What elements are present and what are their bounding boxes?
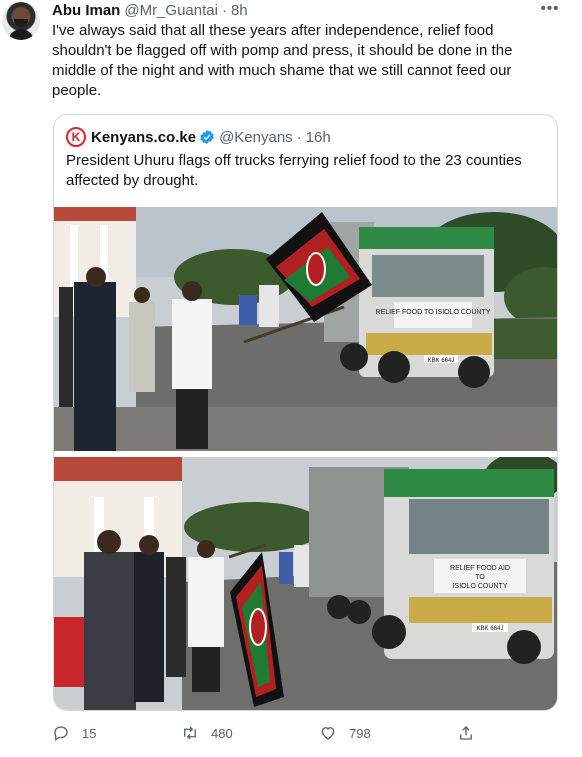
tweet[interactable]: Abu Iman @Mr_Guantai · 8h ••• I've alway…: [0, 0, 582, 757]
retweet-icon: [184, 726, 196, 740]
tweet-time[interactable]: 8h: [231, 2, 248, 19]
quoted-text: President Uhuru flags off trucks ferryin…: [66, 152, 522, 189]
quoted-author-handle[interactable]: @Kenyans: [219, 129, 293, 146]
truck-sign-2-line3: ISIOLO COUNTY: [453, 583, 508, 590]
author-name[interactable]: Abu Iman: [52, 2, 120, 19]
avatar[interactable]: [2, 2, 40, 40]
truck-sign-2-line2: TO: [475, 574, 485, 581]
avatar-body: [8, 29, 34, 40]
quoted-separator: ·: [296, 128, 302, 146]
author-handle[interactable]: @Mr_Guantai: [124, 2, 218, 19]
truck-sign-2-line1: RELIEF FOOD AID: [450, 565, 510, 572]
retweet-button[interactable]: 480: [181, 722, 233, 744]
truck-plate-1: KBK 664J: [428, 358, 455, 364]
truck-plate-2: KBK 664J: [477, 626, 504, 632]
separator: ·: [221, 1, 227, 19]
tweet-header: Abu Iman @Mr_Guantai · 8h: [52, 1, 248, 19]
kenyans-logo[interactable]: K: [66, 127, 86, 147]
tweet-text: I've always said that all these years af…: [52, 22, 513, 99]
more-icon[interactable]: •••: [539, 0, 561, 18]
photo-grid: RELIEF FOOD TO ISIOLO COUNTY KBK 664J RE…: [54, 207, 557, 710]
quoted-author-name[interactable]: Kenyans.co.ke: [91, 129, 196, 146]
share-button[interactable]: [457, 722, 475, 744]
photo-flag-off-2[interactable]: RELIEF FOOD AID TO ISIOLO COUNTY KBK 664…: [54, 457, 557, 710]
like-icon: [321, 727, 335, 740]
quoted-time[interactable]: 16h: [306, 129, 331, 146]
photo-flag-off-1[interactable]: RELIEF FOOD TO ISIOLO COUNTY KBK 664J: [54, 207, 557, 451]
reply-icon: [54, 726, 68, 742]
share-icon: [460, 726, 472, 740]
avatar-beard: [14, 19, 28, 27]
like-count: 798: [349, 725, 371, 741]
verified-icon: [200, 130, 214, 144]
reply-count: 15: [82, 725, 97, 741]
reply-button[interactable]: 15: [52, 722, 96, 744]
like-button[interactable]: 798: [319, 722, 371, 744]
retweet-count: 480: [211, 725, 233, 741]
truck-sign-1: RELIEF FOOD TO ISIOLO COUNTY: [376, 309, 491, 316]
quoted-header: K Kenyans.co.ke @Kenyans · 16h: [66, 127, 331, 147]
quoted-tweet[interactable]: K Kenyans.co.ke @Kenyans · 16h President…: [53, 114, 558, 711]
action-bar: 15 480 798: [52, 722, 492, 744]
